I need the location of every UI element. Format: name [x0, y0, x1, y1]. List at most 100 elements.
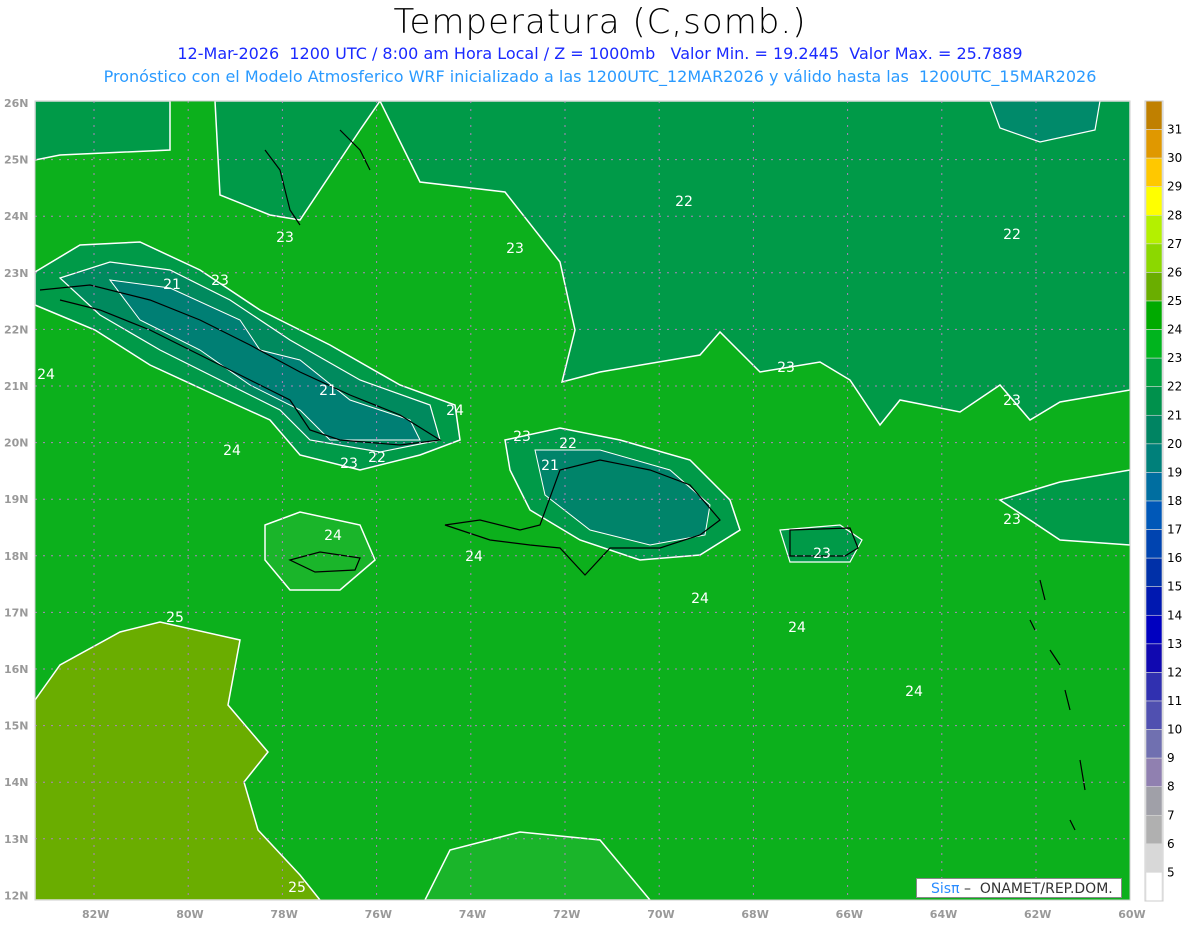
- contour-label: 22: [368, 450, 386, 466]
- colorbar-swatch: [1145, 157, 1163, 188]
- lat-tick-label: 23N: [4, 267, 29, 280]
- colorbar-label: 24: [1167, 323, 1182, 337]
- colorbar-label: 14: [1167, 608, 1182, 622]
- contour-label: 22: [559, 436, 577, 452]
- colorbar-label: 25: [1167, 294, 1182, 308]
- onamet-logo: Sisπ – ONAMET/REP.DOM.: [916, 878, 1122, 898]
- map-field: [35, 101, 1130, 900]
- map-title: Temperatura (C,somb.): [393, 2, 807, 42]
- colorbar-swatch: [1145, 243, 1163, 273]
- colorbar-swatch: [1145, 129, 1163, 159]
- contour-label: 24: [465, 549, 483, 565]
- colorbar-swatch: [1145, 414, 1163, 445]
- contour-label: 24: [691, 591, 709, 607]
- logo-text: – ONAMET/REP.DOM.: [959, 881, 1113, 897]
- colorbar-swatch: [1145, 186, 1163, 216]
- colorbar-label: 30: [1167, 151, 1182, 165]
- contour-label: 24: [324, 528, 342, 544]
- colorbar-swatch: [1145, 814, 1163, 845]
- colorbar-label: 5: [1167, 865, 1175, 879]
- latitude-axis: 26N 25N 24N 23N 22N 21N 20N 19N 18N 17N 16N 15N 14N 1…: [4, 97, 29, 902]
- colorbar-swatch: [1145, 614, 1163, 645]
- lat-tick-label: 20N: [4, 437, 29, 450]
- colorbar-swatch: [1145, 300, 1163, 330]
- colorbar-swatch: [1145, 843, 1163, 873]
- longitude-axis: 82W 80W 78W 76W 74W 72W 70W 68W 66W 64W 62W 60W: [82, 908, 1146, 921]
- contour-label: 23: [1003, 512, 1021, 528]
- contour-label: 23: [211, 273, 229, 289]
- colorbar-label: 19: [1167, 465, 1182, 479]
- colorbar-label: 22: [1167, 380, 1182, 394]
- colorbar-label: 31: [1167, 123, 1182, 137]
- colorbar-label: 9: [1167, 751, 1175, 765]
- temperature-map: 26N 25N 24N 23N 22N 21N 20N 19N 18N 17N 16N 15N 14N 1…: [4, 97, 1182, 921]
- contour-label: 24: [788, 620, 806, 636]
- contour-label: 21: [163, 277, 181, 293]
- colorbar-swatch: [1145, 500, 1163, 530]
- colorbar-swatch: [1145, 872, 1163, 902]
- colorbar-swatch: [1145, 214, 1163, 245]
- contour-label: 23: [276, 230, 294, 246]
- contour-label: 21: [541, 458, 559, 474]
- lat-tick-label: 18N: [4, 550, 29, 563]
- lon-tick-label: 76W: [365, 908, 392, 921]
- colorbar-swatch: [1145, 643, 1163, 673]
- lon-tick-label: 64W: [930, 908, 957, 921]
- colorbar-label: 7: [1167, 808, 1175, 822]
- colorbar-swatch: [1145, 700, 1163, 730]
- lat-tick-label: 12N: [4, 889, 29, 902]
- contour-label: 23: [513, 429, 531, 445]
- lon-tick-label: 80W: [176, 908, 203, 921]
- lat-tick-label: 16N: [4, 663, 29, 676]
- colorbar: 31 30 29 28 27 26 25 24 23 22 21 20 19 18 17 16 15 14 13 12…: [1144, 100, 1182, 902]
- lat-tick-label: 22N: [4, 323, 29, 336]
- lat-tick-label: 14N: [4, 776, 29, 789]
- colorbar-swatch: [1145, 272, 1163, 302]
- colorbar-label: 16: [1167, 551, 1182, 565]
- colorbar-swatch: [1145, 529, 1163, 559]
- colorbar-swatch: [1145, 786, 1163, 816]
- colorbar-label: 8: [1167, 780, 1175, 794]
- contour-label: 25: [288, 880, 306, 896]
- colorbar-label: 21: [1167, 408, 1182, 422]
- colorbar-swatch: [1145, 586, 1163, 616]
- colorbar-swatch: [1145, 357, 1163, 388]
- colorbar-label: 26: [1167, 265, 1182, 279]
- colorbar-swatch: [1145, 729, 1163, 759]
- lat-tick-label: 13N: [4, 833, 29, 846]
- lat-tick-label: 19N: [4, 493, 29, 506]
- colorbar-label: 15: [1167, 580, 1182, 594]
- colorbar-label: 23: [1167, 351, 1182, 365]
- contour-label: 23: [506, 241, 524, 257]
- contour-label: 22: [675, 194, 693, 210]
- lat-tick-label: 25N: [4, 154, 29, 167]
- lat-tick-label: 26N: [4, 97, 29, 110]
- contour-label: 24: [446, 403, 464, 419]
- contour-label: 23: [340, 456, 358, 472]
- colorbar-label: 29: [1167, 180, 1182, 194]
- subtitle-model-info: Pronóstico con el Modelo Atmosferico WRF…: [103, 67, 1097, 86]
- colorbar-label: 12: [1167, 665, 1182, 679]
- lat-tick-label: 24N: [4, 210, 29, 223]
- colorbar-swatch: [1145, 557, 1163, 588]
- lon-tick-label: 82W: [82, 908, 109, 921]
- colorbar-swatch: [1145, 329, 1163, 359]
- lon-tick-label: 68W: [741, 908, 768, 921]
- lat-tick-label: 17N: [4, 606, 29, 619]
- lon-tick-label: 60W: [1118, 908, 1145, 921]
- colorbar-label: 11: [1167, 694, 1182, 708]
- colorbar-swatch: [1145, 472, 1163, 502]
- contour-label: 21: [319, 383, 337, 399]
- colorbar-label: 18: [1167, 494, 1182, 508]
- lon-tick-label: 70W: [647, 908, 674, 921]
- contour-label: 24: [37, 367, 55, 383]
- subtitle-time-level: 12-Mar-2026 1200 UTC / 8:00 am Hora Loca…: [177, 44, 1023, 63]
- contour-label: 22: [1003, 227, 1021, 243]
- colorbar-swatch: [1145, 100, 1163, 130]
- colorbar-label: 27: [1167, 237, 1182, 251]
- colorbar-swatch: [1145, 672, 1163, 702]
- colorbar-label: 6: [1167, 837, 1175, 851]
- contour-label: 23: [1003, 393, 1021, 409]
- contour-label: 23: [813, 546, 831, 562]
- lon-tick-label: 78W: [270, 908, 297, 921]
